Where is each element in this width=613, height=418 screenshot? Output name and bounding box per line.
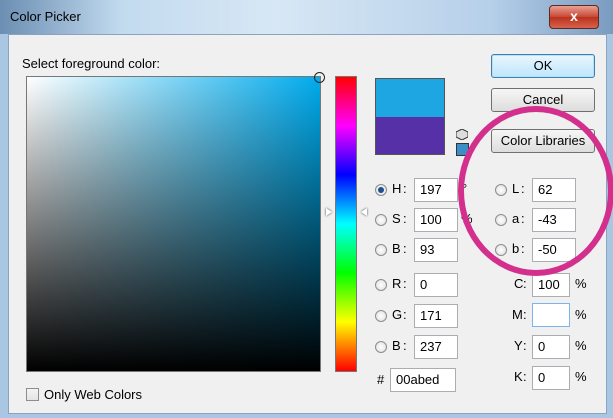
out-of-gamut-warning-icon[interactable] <box>455 128 469 141</box>
radio-hue[interactable] <box>375 184 387 196</box>
color-field-cursor[interactable] <box>314 72 325 83</box>
colon: : <box>523 338 527 353</box>
magenta-input[interactable] <box>532 303 570 327</box>
select-color-prompt: Select foreground color: <box>22 56 161 71</box>
colon: : <box>403 338 407 353</box>
radio-saturation[interactable] <box>375 214 387 226</box>
label-k: K <box>514 369 523 384</box>
color-field[interactable] <box>26 72 325 372</box>
radio-red[interactable] <box>375 279 387 291</box>
yellow-unit: % <box>575 338 587 353</box>
label-r: R <box>392 276 402 291</box>
only-web-colors-label[interactable]: Only Web Colors <box>44 387 142 402</box>
hex-input[interactable]: 00abed <box>390 368 456 392</box>
label-blue: B <box>392 338 401 353</box>
colon: : <box>523 307 527 322</box>
label-c: C <box>514 276 524 291</box>
label-h: H <box>392 181 402 196</box>
only-web-colors-checkbox[interactable] <box>26 388 39 401</box>
label-g: G <box>392 307 403 322</box>
colon: : <box>523 369 527 384</box>
hue-slider-left-arrow-icon[interactable] <box>326 208 332 216</box>
hue-slider-right-arrow-icon[interactable] <box>361 208 367 216</box>
colon: : <box>403 181 407 196</box>
label-b: B <box>392 241 401 256</box>
cyan-unit: % <box>575 276 587 291</box>
brightness-input[interactable]: 93 <box>414 238 458 262</box>
hex-prefix: # <box>377 372 385 387</box>
colon: : <box>403 307 407 322</box>
radio-blue[interactable] <box>375 341 387 353</box>
title-bar[interactable]: Color Picker x <box>0 0 613 34</box>
ok-button[interactable]: OK <box>491 54 595 78</box>
cyan-input[interactable]: 100 <box>532 273 570 297</box>
hue-slider[interactable] <box>335 76 357 372</box>
label-s: S <box>392 211 401 226</box>
magenta-unit: % <box>575 307 587 322</box>
current-color-swatch[interactable] <box>375 117 445 155</box>
hue-input[interactable]: 197 <box>414 178 458 202</box>
radio-brightness[interactable] <box>375 244 387 256</box>
close-button[interactable]: x <box>549 5 599 29</box>
green-input[interactable]: 171 <box>414 304 458 328</box>
colon: : <box>523 276 527 291</box>
blue-input[interactable]: 237 <box>414 335 458 359</box>
radio-green[interactable] <box>375 310 387 322</box>
label-y: Y <box>514 338 523 353</box>
colon: : <box>403 211 407 226</box>
new-color-swatch <box>375 78 445 117</box>
saturation-input[interactable]: 100 <box>414 208 458 232</box>
yellow-input[interactable]: 0 <box>532 335 570 359</box>
window-title: Color Picker <box>10 9 81 24</box>
colon: : <box>403 241 407 256</box>
label-m: M <box>512 307 523 322</box>
color-picker-window: Color Picker x Select foreground color: … <box>0 0 613 418</box>
colon: : <box>403 276 407 291</box>
highlight-circle-annotation <box>458 106 613 276</box>
red-input[interactable]: 0 <box>414 273 458 297</box>
black-input[interactable]: 0 <box>532 366 570 390</box>
black-unit: % <box>575 369 587 384</box>
